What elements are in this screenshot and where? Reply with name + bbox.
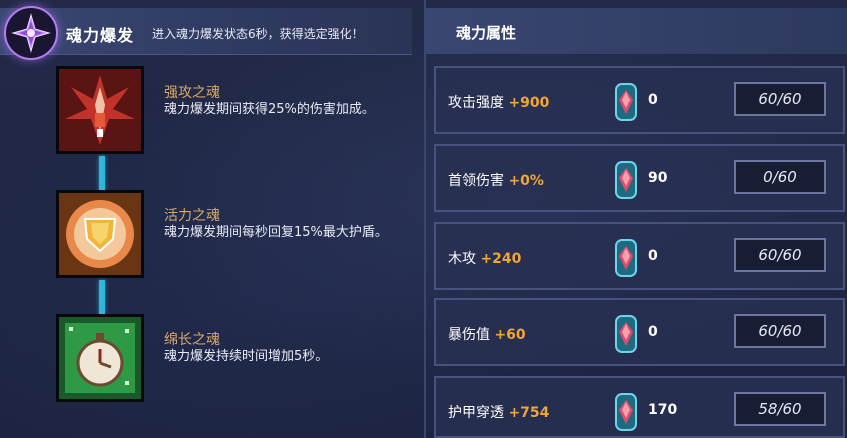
skill-description: 魂力爆发期间每秒回复15%最大护盾。 bbox=[164, 225, 388, 240]
soul-gem-icon bbox=[615, 161, 637, 199]
soul-burst-panel: 魂力爆发 进入魂力爆发状态6秒，获得选定强化！ 强攻之魂 魂力爆发期间获得25%… bbox=[0, 0, 418, 438]
attribute-row[interactable]: 护甲穿透 +754 170 58/60 bbox=[434, 376, 845, 438]
attribute-row[interactable]: 攻击强度 +900 0 60/60 bbox=[434, 66, 845, 134]
attribute-name: 木攻 bbox=[448, 251, 476, 267]
attribute-progress: 60/60 bbox=[734, 314, 826, 348]
attribute-label: 首领伤害 +0% bbox=[448, 170, 544, 190]
attribute-name: 首领伤害 bbox=[448, 173, 504, 189]
green-stopwatch-icon[interactable] bbox=[56, 314, 144, 402]
gem-count: 90 bbox=[648, 170, 668, 186]
attribute-bonus: +754 bbox=[508, 405, 550, 421]
attribute-bonus: +240 bbox=[480, 251, 522, 267]
attribute-bonus: +900 bbox=[508, 95, 550, 111]
gold-shield-icon[interactable] bbox=[56, 190, 144, 278]
attributes-title: 魂力属性 bbox=[456, 24, 517, 42]
soul-burst-description: 进入魂力爆发状态6秒，获得选定强化！ bbox=[152, 27, 364, 41]
attribute-row[interactable]: 首领伤害 +0% 90 0/60 bbox=[434, 144, 845, 212]
gem-count: 0 bbox=[648, 92, 658, 108]
attribute-progress: 60/60 bbox=[734, 82, 826, 116]
attribute-label: 攻击强度 +900 bbox=[448, 92, 549, 112]
attribute-name: 暴伤值 bbox=[448, 327, 490, 343]
attribute-bonus: +60 bbox=[494, 327, 526, 343]
soul-burst-title: 魂力爆发 bbox=[66, 26, 135, 45]
attribute-progress: 60/60 bbox=[734, 238, 826, 272]
skill-description: 魂力爆发期间获得25%的伤害加成。 bbox=[164, 102, 375, 117]
attribute-label: 暴伤值 +60 bbox=[448, 324, 526, 344]
soul-gem-icon bbox=[615, 239, 637, 277]
soul-gem-icon bbox=[615, 315, 637, 353]
attribute-progress: 58/60 bbox=[734, 392, 826, 426]
attribute-progress: 0/60 bbox=[734, 160, 826, 194]
burst-rune-icon[interactable] bbox=[4, 6, 58, 60]
attribute-label: 木攻 +240 bbox=[448, 248, 521, 268]
attribute-label: 护甲穿透 +754 bbox=[448, 402, 549, 422]
skill-connector bbox=[99, 280, 105, 314]
skill-name: 强攻之魂 bbox=[164, 85, 220, 101]
soul-gem-icon bbox=[615, 393, 637, 431]
skill-name: 活力之魂 bbox=[164, 208, 220, 224]
skill-name: 绵长之魂 bbox=[164, 332, 220, 348]
gem-count: 0 bbox=[648, 248, 658, 264]
gem-count: 170 bbox=[648, 402, 678, 418]
soul-gem-icon bbox=[615, 83, 637, 121]
soul-attributes-panel: 魂力属性 攻击强度 +900 0 60/60 首领伤害 +0% 90 0/60 bbox=[424, 0, 847, 438]
red-spikes-icon[interactable] bbox=[56, 66, 144, 154]
skill-description: 魂力爆发持续时间增加5秒。 bbox=[164, 349, 329, 364]
skill-connector bbox=[99, 156, 105, 192]
soul-burst-header: 魂力爆发 进入魂力爆发状态6秒，获得选定强化！ bbox=[0, 8, 412, 55]
gem-count: 0 bbox=[648, 324, 658, 340]
attribute-bonus: +0% bbox=[508, 173, 544, 189]
attributes-header: 魂力属性 bbox=[426, 8, 847, 54]
attribute-name: 护甲穿透 bbox=[448, 405, 504, 421]
attribute-row[interactable]: 木攻 +240 0 60/60 bbox=[434, 222, 845, 290]
attribute-row[interactable]: 暴伤值 +60 0 60/60 bbox=[434, 298, 845, 366]
attribute-name: 攻击强度 bbox=[448, 95, 504, 111]
